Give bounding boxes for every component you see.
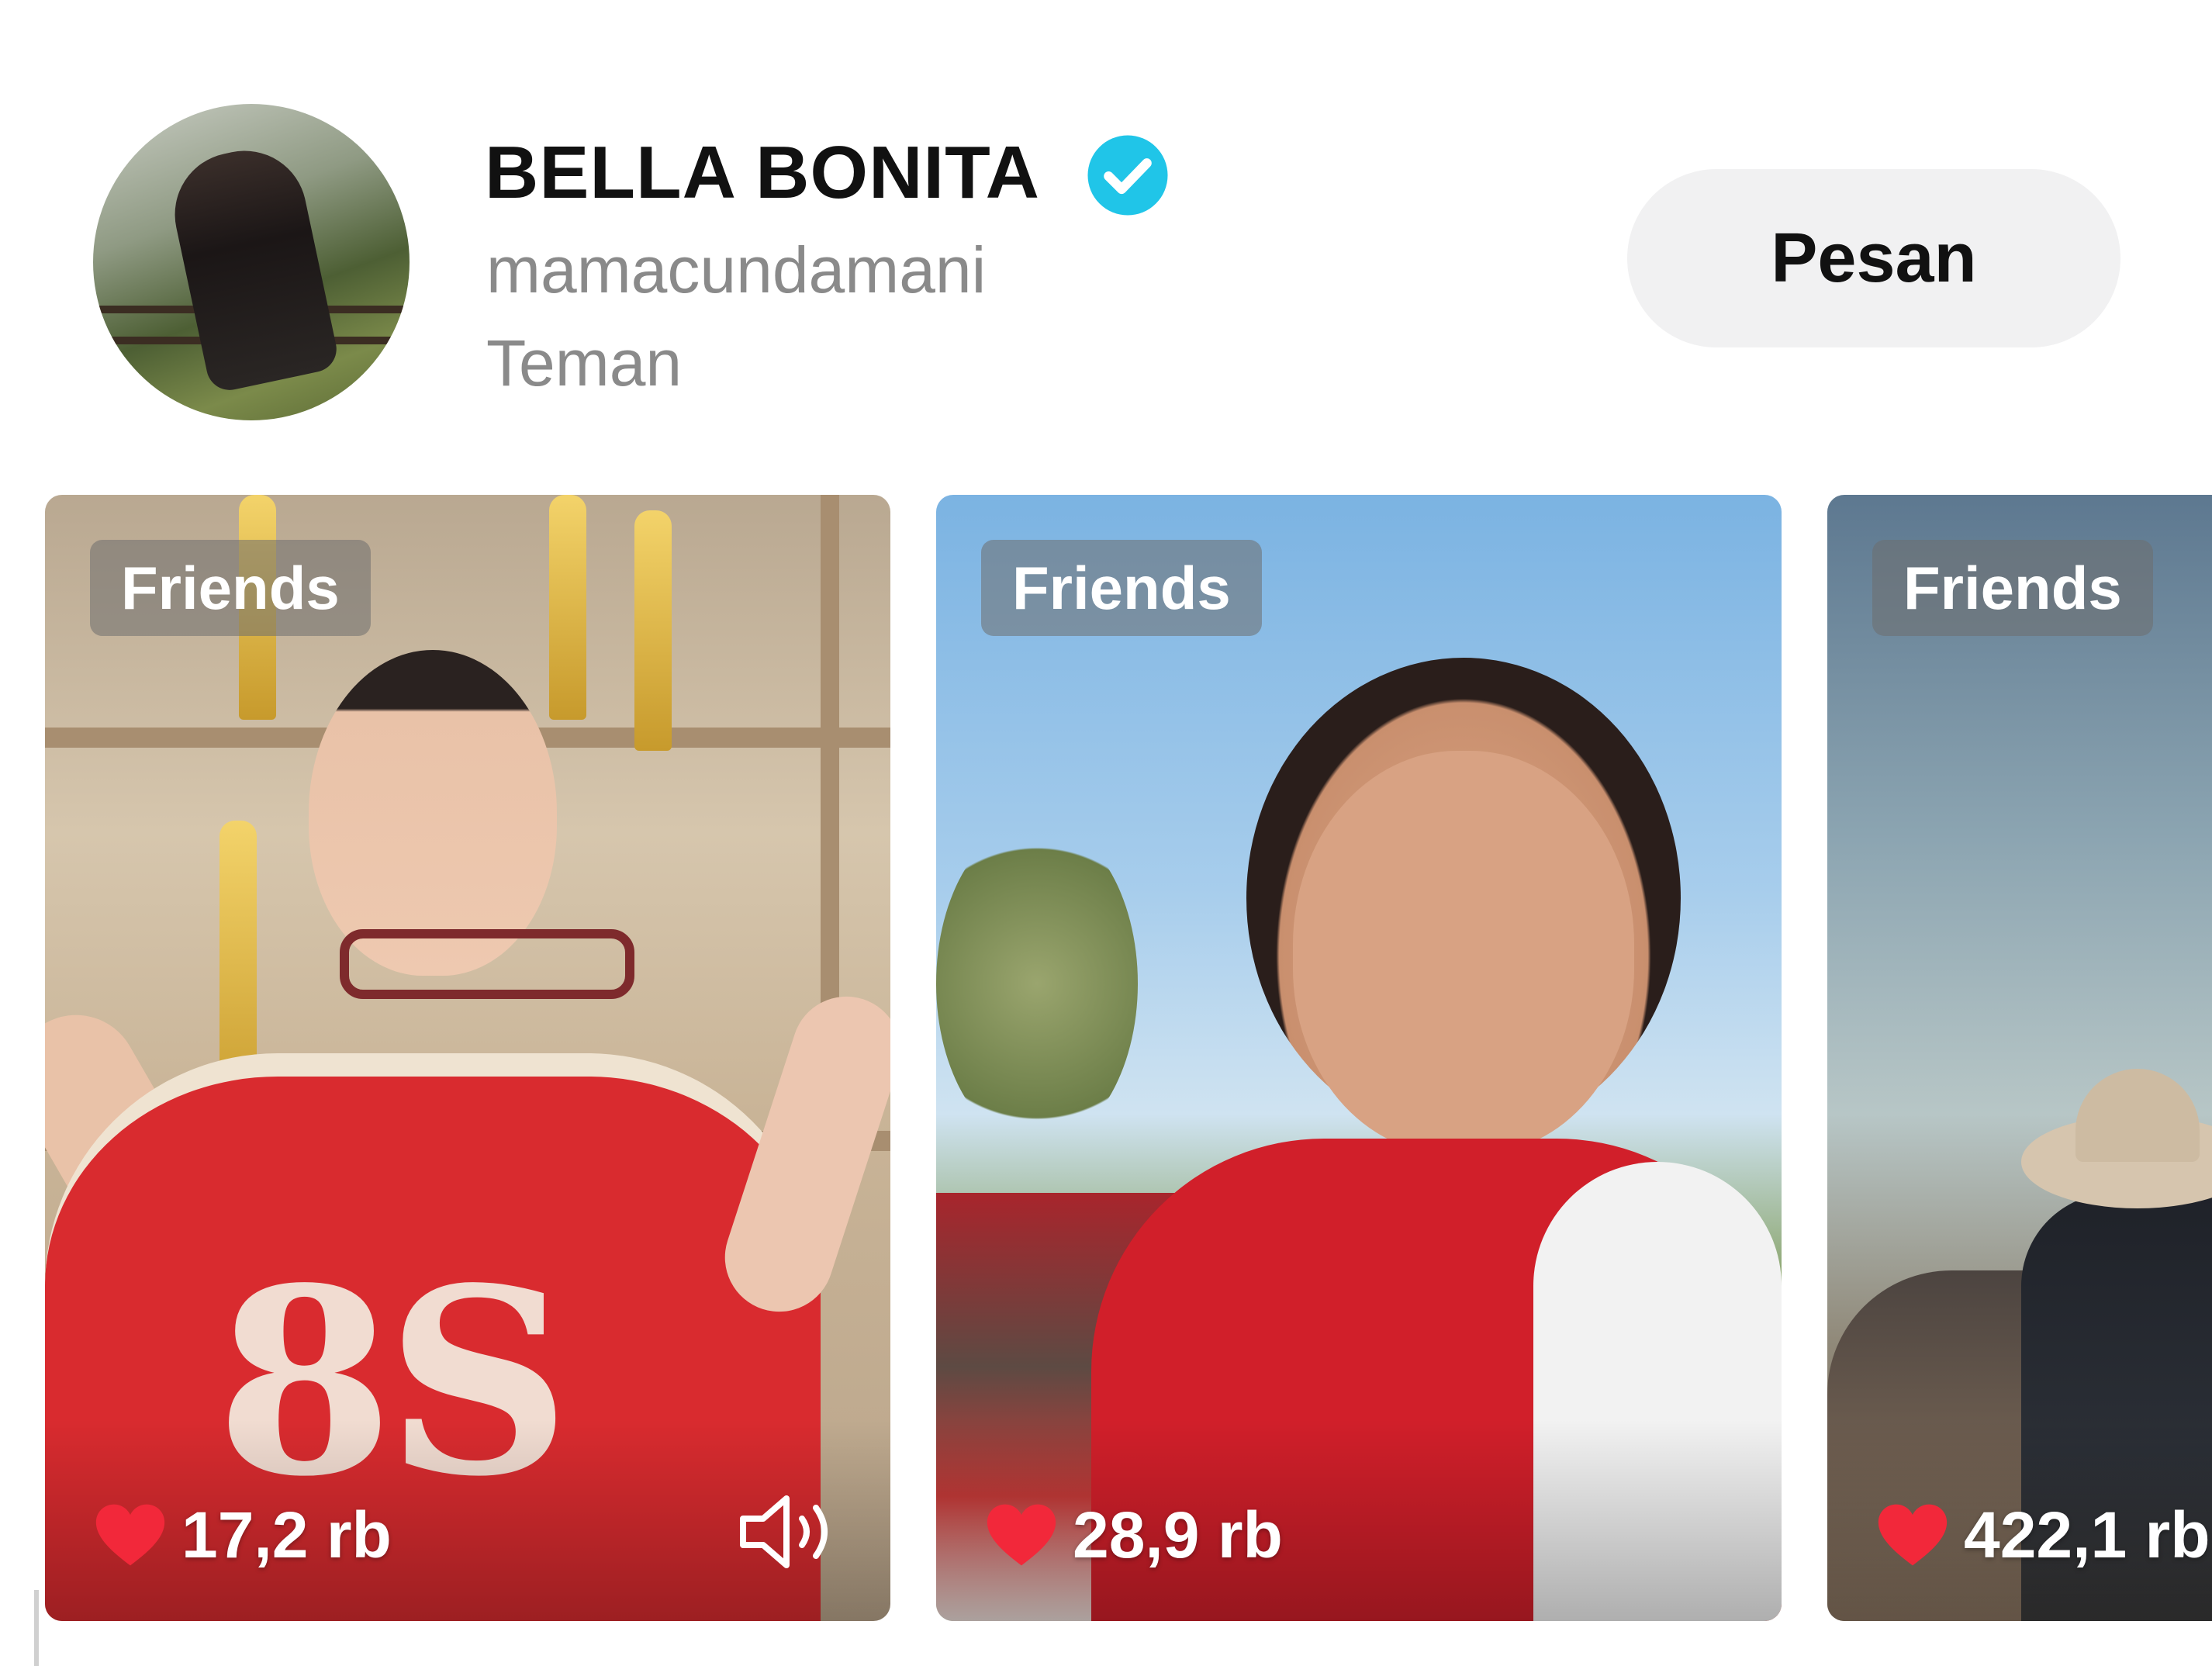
heart-icon <box>987 1504 1056 1566</box>
speaker-icon[interactable] <box>735 1489 844 1574</box>
hat-crown <box>2075 1069 2200 1162</box>
like-count-text: 17,2 rb <box>181 1498 392 1571</box>
display-name: BELLA BONITA <box>485 131 1040 214</box>
heart-icon <box>95 1504 165 1566</box>
like-count: 28,9 rb <box>984 1492 1283 1578</box>
like-count: 422,1 rb <box>1875 1492 2210 1578</box>
friends-tag: Friends <box>981 540 1262 636</box>
friends-tag: Friends <box>90 540 371 636</box>
like-count: 17,2 rb <box>93 1492 392 1578</box>
relation-label: Teman <box>486 327 683 399</box>
avatar-person <box>163 139 341 395</box>
video-card[interactable]: 8S Friends 17,2 rb <box>45 495 890 1621</box>
tree <box>936 821 1138 1146</box>
heart-icon <box>1878 1504 1948 1566</box>
username: mamacundamani <box>486 233 987 306</box>
head <box>309 650 557 976</box>
verified-check-icon <box>1087 135 1168 216</box>
profile-page: BELLA BONITA mamacundamani Teman Pesan 8… <box>0 0 2212 1666</box>
like-count-text: 422,1 rb <box>1964 1498 2210 1571</box>
like-count-text: 28,9 rb <box>1073 1498 1283 1571</box>
video-card[interactable]: Friends 422,1 rb <box>1827 495 2212 1621</box>
message-button[interactable]: Pesan <box>1627 169 2120 347</box>
child-face <box>1293 751 1634 1154</box>
scroll-edge <box>34 1590 39 1666</box>
avatar[interactable] <box>93 104 410 420</box>
friends-tag: Friends <box>1872 540 2153 636</box>
video-card[interactable]: Friends 28,9 rb <box>936 495 1782 1621</box>
glasses <box>340 929 634 999</box>
